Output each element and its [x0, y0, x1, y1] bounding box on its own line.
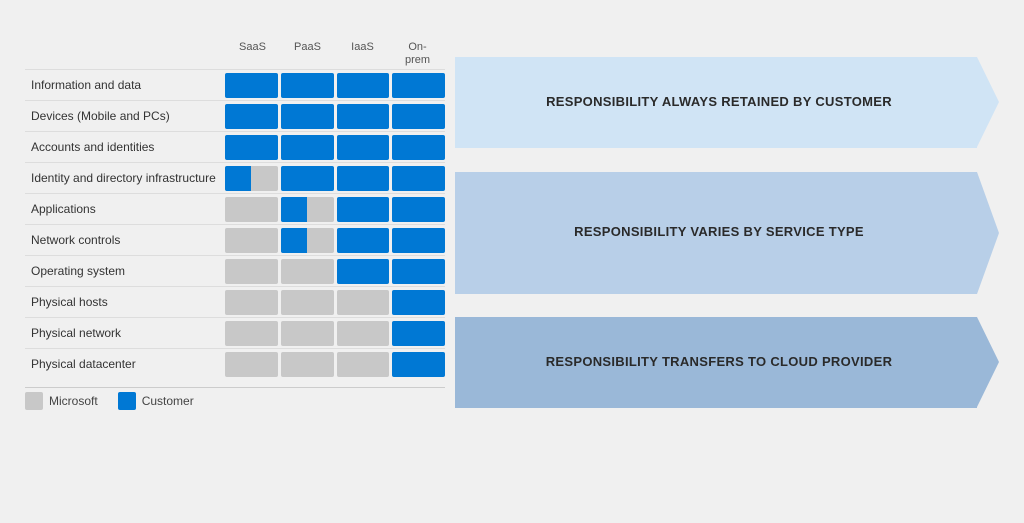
responsibility-col-header — [25, 41, 225, 67]
cell-2-1 — [281, 135, 334, 160]
cell-9-1 — [281, 352, 334, 377]
cell-5-1 — [281, 228, 334, 253]
cell-7-0 — [225, 290, 278, 315]
row-cells-5 — [225, 225, 445, 255]
arrow-0: RESPONSIBILITY ALWAYS RETAINED BY CUSTOM… — [455, 57, 999, 148]
row-label-4: Applications — [25, 202, 225, 216]
cell-8-2 — [337, 321, 390, 346]
cell-1-3 — [392, 104, 445, 129]
cell-1-1 — [281, 104, 334, 129]
row-label-5: Network controls — [25, 233, 225, 247]
table-row: Physical hosts — [25, 286, 445, 317]
col-header-2: IaaS — [335, 41, 390, 67]
legend-item-1: Customer — [118, 392, 194, 410]
row-cells-9 — [225, 349, 445, 379]
cell-7-2 — [337, 290, 390, 315]
cell-3-0 — [225, 166, 278, 191]
table-row: Devices (Mobile and PCs) — [25, 100, 445, 131]
cell-9-3 — [392, 352, 445, 377]
cell-2-0 — [225, 135, 278, 160]
cell-5-2 — [337, 228, 390, 253]
col-header-1: PaaS — [280, 41, 335, 67]
table-header: SaaSPaaSIaaSOn-prem — [25, 41, 445, 67]
table-row: Applications — [25, 193, 445, 224]
row-cells-6 — [225, 256, 445, 286]
cell-0-0 — [225, 73, 278, 98]
col-header-0: SaaS — [225, 41, 280, 67]
cell-8-3 — [392, 321, 445, 346]
legend-item-0: Microsoft — [25, 392, 98, 410]
arrow-text-0: RESPONSIBILITY ALWAYS RETAINED BY CUSTOM… — [546, 94, 892, 111]
content-area: SaaSPaaSIaaSOn-prem Information and data… — [25, 41, 999, 410]
col-header-3: On-prem — [390, 41, 445, 67]
cell-6-3 — [392, 259, 445, 284]
cell-1-2 — [337, 104, 390, 129]
table-row: Network controls — [25, 224, 445, 255]
row-label-8: Physical network — [25, 326, 225, 340]
row-cells-8 — [225, 318, 445, 348]
cell-2-2 — [337, 135, 390, 160]
cell-0-1 — [281, 73, 334, 98]
cell-0-3 — [392, 73, 445, 98]
cell-3-2 — [337, 166, 390, 191]
table-row: Physical network — [25, 317, 445, 348]
cell-4-1 — [281, 197, 334, 222]
row-label-1: Devices (Mobile and PCs) — [25, 109, 225, 123]
arrow-2: RESPONSIBILITY TRANSFERS TO CLOUD PROVID… — [455, 317, 999, 408]
cell-9-0 — [225, 352, 278, 377]
main-container: SaaSPaaSIaaSOn-prem Information and data… — [5, 5, 1019, 518]
cell-2-3 — [392, 135, 445, 160]
responsibility-table: SaaSPaaSIaaSOn-prem Information and data… — [25, 41, 445, 410]
cell-6-2 — [337, 259, 390, 284]
cell-9-2 — [337, 352, 390, 377]
cell-5-0 — [225, 228, 278, 253]
cell-4-2 — [337, 197, 390, 222]
cell-5-3 — [392, 228, 445, 253]
row-label-0: Information and data — [25, 78, 225, 92]
cell-6-1 — [281, 259, 334, 284]
row-label-2: Accounts and identities — [25, 140, 225, 154]
arrow-1: RESPONSIBILITY VARIES BY SERVICE TYPE — [455, 172, 999, 294]
table-row: Physical datacenter — [25, 348, 445, 379]
table-row: Information and data — [25, 69, 445, 100]
legend: Microsoft Customer — [25, 387, 445, 410]
cell-1-0 — [225, 104, 278, 129]
service-col-headers: SaaSPaaSIaaSOn-prem — [225, 41, 445, 67]
cell-4-3 — [392, 197, 445, 222]
row-cells-3 — [225, 163, 445, 193]
row-label-7: Physical hosts — [25, 295, 225, 309]
table-row: Identity and directory infrastructure — [25, 162, 445, 193]
row-cells-2 — [225, 132, 445, 162]
arrow-text-1: RESPONSIBILITY VARIES BY SERVICE TYPE — [574, 224, 864, 241]
row-cells-7 — [225, 287, 445, 317]
cell-4-0 — [225, 197, 278, 222]
cell-3-1 — [281, 166, 334, 191]
table-body: Information and data Devices (Mobile and … — [25, 69, 445, 379]
row-label-3: Identity and directory infrastructure — [25, 171, 225, 185]
cell-6-0 — [225, 259, 278, 284]
table-row: Operating system — [25, 255, 445, 286]
arrow-text-2: RESPONSIBILITY TRANSFERS TO CLOUD PROVID… — [546, 354, 893, 371]
legend-color-blue — [118, 392, 136, 410]
cell-3-3 — [392, 166, 445, 191]
arrows-section: RESPONSIBILITY ALWAYS RETAINED BY CUSTOM… — [445, 41, 999, 410]
legend-label-0: Microsoft — [49, 394, 98, 408]
row-cells-1 — [225, 101, 445, 131]
cell-7-1 — [281, 290, 334, 315]
table-row: Accounts and identities — [25, 131, 445, 162]
cell-7-3 — [392, 290, 445, 315]
cell-8-1 — [281, 321, 334, 346]
legend-label-1: Customer — [142, 394, 194, 408]
cell-8-0 — [225, 321, 278, 346]
cell-0-2 — [337, 73, 390, 98]
row-cells-0 — [225, 70, 445, 100]
row-label-6: Operating system — [25, 264, 225, 278]
row-label-9: Physical datacenter — [25, 357, 225, 371]
row-cells-4 — [225, 194, 445, 224]
legend-color-gray — [25, 392, 43, 410]
